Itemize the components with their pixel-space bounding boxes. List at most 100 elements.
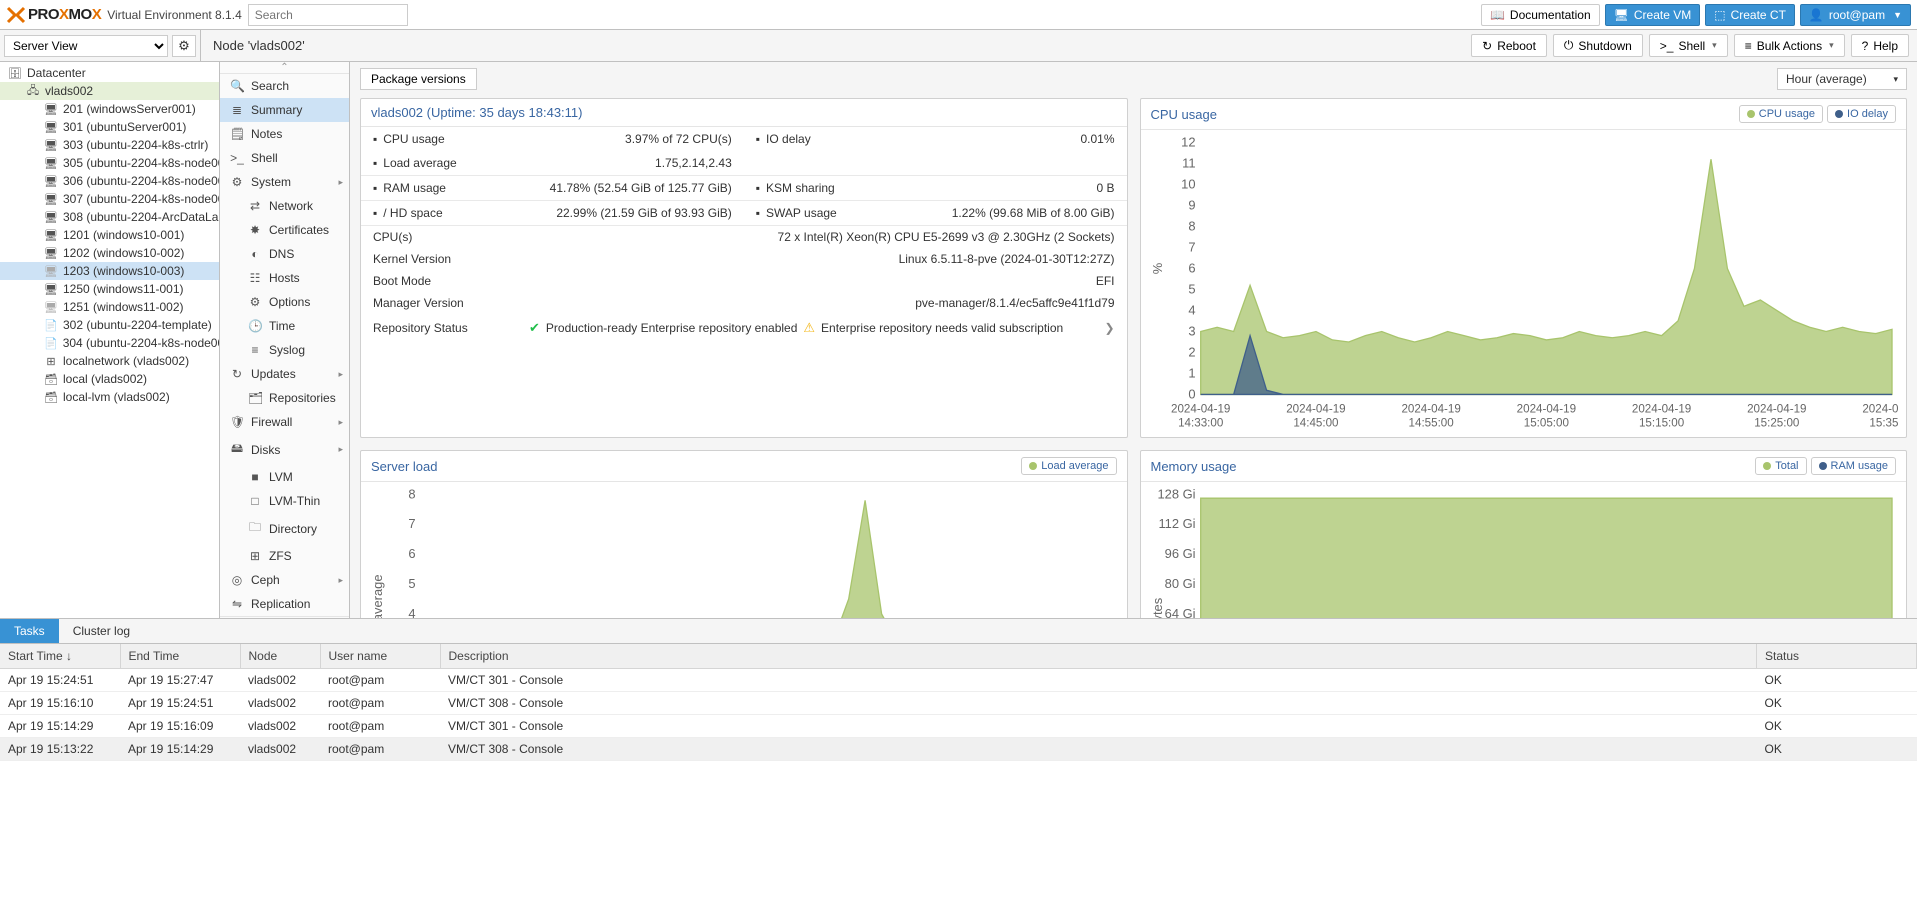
svg-text:2024-04-19: 2024-04-19: [1401, 403, 1460, 416]
svg-text:2: 2: [1188, 344, 1195, 359]
info-label: Kernel Version: [373, 252, 523, 266]
log-tab-cluster-log[interactable]: Cluster log: [59, 619, 144, 643]
tree-item[interactable]: 🗃local-lvm (vlads002): [0, 388, 219, 406]
create-ct-button[interactable]: ⬚Create CT: [1705, 4, 1795, 26]
resource-tree[interactable]: 🗄Datacenter🖧vlads002🖥201 (windowsServer0…: [0, 62, 220, 618]
bulk-actions-button[interactable]: ≡Bulk Actions▾: [1734, 34, 1845, 57]
svg-text:2024-04-19: 2024-04-19: [1747, 403, 1806, 416]
menu-hosts[interactable]: ☷Hosts: [220, 266, 349, 290]
tree-settings-button[interactable]: ⚙: [172, 35, 196, 57]
tree-item[interactable]: 🖥201 (windowsServer001): [0, 100, 219, 118]
user-menu-button[interactable]: 👤root@pam▼: [1800, 4, 1911, 26]
package-versions-button[interactable]: Package versions: [360, 68, 477, 90]
menu-ceph[interactable]: ◎Ceph▸: [220, 568, 349, 592]
status-value: 41.78% (52.54 GiB of 125.77 GiB): [550, 181, 732, 195]
tree-item[interactable]: 🖥301 (ubuntuServer001): [0, 118, 219, 136]
tree-item[interactable]: 📄302 (ubuntu-2204-template): [0, 316, 219, 334]
refresh-icon: ↻: [1482, 39, 1492, 53]
legend-dot-icon: [1835, 110, 1843, 118]
shell-button[interactable]: >_Shell▾: [1649, 34, 1728, 57]
menu-updates[interactable]: ↻Updates▸: [220, 362, 349, 386]
global-search[interactable]: [248, 4, 408, 26]
shell-icon: >_: [230, 151, 244, 165]
documentation-button[interactable]: 📖Documentation: [1481, 4, 1600, 26]
chevron-right-icon: ▸: [338, 575, 343, 586]
tree-item[interactable]: 📄304 (ubuntu-2204-k8s-node001): [0, 334, 219, 352]
table-row[interactable]: Apr 19 15:14:29Apr 19 15:16:09vlads002ro…: [0, 715, 1917, 738]
menu-disks[interactable]: 🖴Disks▸: [220, 434, 349, 465]
tree-item[interactable]: 🖥305 (ubuntu-2204-k8s-node002): [0, 154, 219, 172]
tree-item[interactable]: 🖥1251 (windows11-002): [0, 298, 219, 316]
tree-item[interactable]: 🖥307 (ubuntu-2204-k8s-node004): [0, 190, 219, 208]
menu-system[interactable]: ⚙System▸: [220, 170, 349, 194]
tree-item[interactable]: ⊞localnetwork (vlads002): [0, 352, 219, 370]
menu-shell[interactable]: >_Shell: [220, 146, 349, 170]
legend-dot-icon: [1763, 462, 1771, 470]
column-header[interactable]: User name: [320, 644, 440, 669]
menu-firewall[interactable]: 🛡Firewall▸: [220, 410, 349, 434]
menu-label: Summary: [251, 103, 302, 117]
menu-options[interactable]: ⚙Options: [220, 290, 349, 314]
tree-item[interactable]: 🖥308 (ubuntu-2204-ArcDataLabs): [0, 208, 219, 226]
menu-lvm[interactable]: ■LVM: [220, 465, 349, 489]
help-button[interactable]: ?Help: [1851, 34, 1909, 57]
power-icon: ⏻: [1564, 38, 1574, 53]
table-row[interactable]: Apr 19 15:13:22Apr 19 15:14:29vlads002ro…: [0, 738, 1917, 761]
info-line: Boot ModeEFI: [361, 270, 1127, 292]
tree-item[interactable]: 🖥306 (ubuntu-2204-k8s-node003): [0, 172, 219, 190]
tree-item[interactable]: 🖧vlads002: [0, 82, 219, 100]
menu-directory[interactable]: 🗀Directory: [220, 513, 349, 544]
column-header[interactable]: Description: [440, 644, 1757, 669]
logo: PROXMOX: [6, 6, 101, 24]
tree-item[interactable]: 🖥1203 (windows10-003): [0, 262, 219, 280]
view-mode-select[interactable]: Server View: [4, 35, 168, 57]
menu-summary[interactable]: ≣Summary: [220, 98, 349, 122]
menu-replication[interactable]: ⇋Replication: [220, 592, 349, 616]
chevron-right-icon: ▸: [338, 417, 343, 428]
vm-icon: 🖥: [44, 211, 58, 223]
menu-lvm-thin[interactable]: □LVM-Thin: [220, 489, 349, 513]
tree-item-label: Datacenter: [27, 66, 86, 80]
tree-item[interactable]: 🖥1202 (windows10-002): [0, 244, 219, 262]
menu-label: LVM: [269, 470, 293, 484]
column-header[interactable]: Node: [240, 644, 320, 669]
menu-network[interactable]: ⇄Network: [220, 194, 349, 218]
tree-item[interactable]: 🗃local (vlads002): [0, 370, 219, 388]
menu-search[interactable]: 🔍Search: [220, 74, 349, 98]
menu-label: Updates: [251, 367, 296, 381]
tree-item[interactable]: 🖥303 (ubuntu-2204-k8s-ctrlr): [0, 136, 219, 154]
column-header[interactable]: Start Time ↓: [0, 644, 120, 669]
firewall-icon: 🛡: [230, 415, 244, 429]
svg-text:14:33:00: 14:33:00: [1178, 417, 1223, 430]
menu-label: Certificates: [269, 223, 329, 237]
menu-syslog[interactable]: ≡Syslog: [220, 338, 349, 362]
menu-zfs[interactable]: ⊞ZFS: [220, 544, 349, 568]
menu-repositories[interactable]: 🗂Repositories: [220, 386, 349, 410]
create-vm-button[interactable]: 🖥Create VM: [1605, 4, 1701, 26]
reboot-button[interactable]: ↻Reboot: [1471, 34, 1547, 57]
vm-off-icon: 🖥: [44, 265, 58, 277]
column-header[interactable]: End Time: [120, 644, 240, 669]
status-label: SWAP usage: [766, 206, 837, 220]
tree-item[interactable]: 🖥1250 (windows11-001): [0, 280, 219, 298]
table-row[interactable]: Apr 19 15:24:51Apr 19 15:27:47vlads002ro…: [0, 669, 1917, 692]
menu-notes[interactable]: 🗒Notes: [220, 122, 349, 146]
tree-item-label: local-lvm (vlads002): [63, 390, 170, 404]
log-tabs: TasksCluster log: [0, 619, 1917, 644]
task-log-panel: TasksCluster log Start Time ↓End TimeNod…: [0, 618, 1917, 921]
cube-icon: ⬚: [1714, 8, 1725, 22]
table-row[interactable]: Apr 19 15:16:10Apr 19 15:24:51vlads002ro…: [0, 692, 1917, 715]
search-input[interactable]: [248, 4, 408, 26]
tree-item[interactable]: 🖥1201 (windows10-001): [0, 226, 219, 244]
menu-collapse-toggle[interactable]: ⌃: [220, 62, 349, 74]
shutdown-button[interactable]: ⏻Shutdown: [1553, 34, 1643, 57]
menu-time[interactable]: 🕒Time: [220, 314, 349, 338]
time-range-select[interactable]: Hour (average)▾: [1777, 68, 1907, 90]
column-header[interactable]: Status: [1757, 644, 1917, 669]
tree-item[interactable]: 🗄Datacenter: [0, 64, 219, 82]
net-icon: ⇄: [248, 199, 262, 213]
menu-dns[interactable]: ◐DNS: [220, 242, 349, 266]
chevron-right-icon[interactable]: ❯: [1104, 321, 1114, 335]
log-tab-tasks[interactable]: Tasks: [0, 619, 59, 643]
menu-certificates[interactable]: ✸Certificates: [220, 218, 349, 242]
